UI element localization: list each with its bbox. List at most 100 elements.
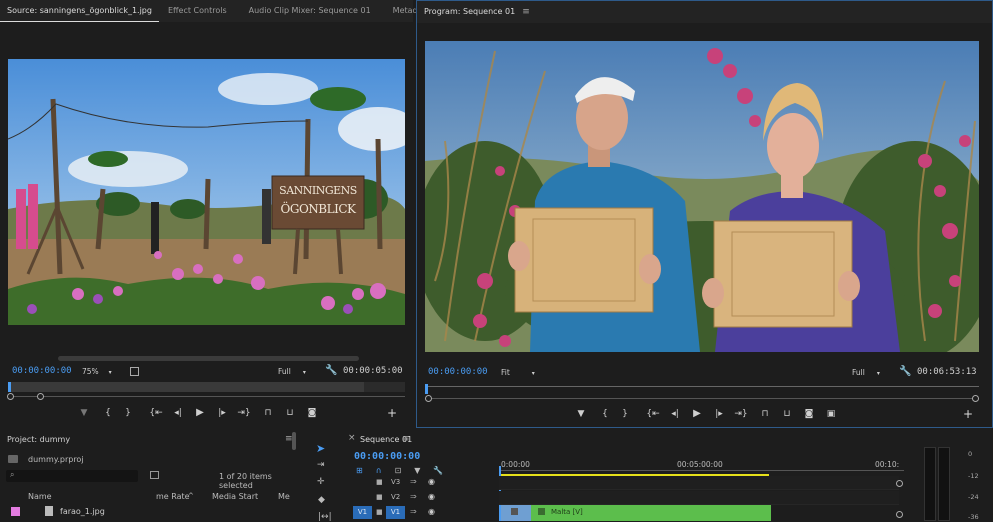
- marker-icon[interactable]: ▼: [573, 409, 589, 419]
- selection-tool-icon[interactable]: ➤: [316, 442, 325, 455]
- panel-menu-icon[interactable]: ≡: [522, 7, 530, 17]
- project-scrollbar[interactable]: [292, 432, 296, 450]
- program-resolution-dropdown[interactable]: Full ▾: [852, 368, 880, 377]
- extract-icon[interactable]: ⊔: [779, 409, 795, 419]
- mark-in-icon[interactable]: {: [597, 409, 613, 419]
- eye-icon[interactable]: ◉: [428, 492, 435, 501]
- lock-icon[interactable]: ■: [376, 478, 383, 486]
- timeline-zoom-handle-bottom[interactable]: [896, 511, 903, 518]
- track-lane-v2[interactable]: [499, 491, 899, 505]
- program-in-handle[interactable]: [425, 395, 432, 402]
- timeline-clip[interactable]: Malta [V]: [501, 505, 771, 521]
- comparison-view-icon[interactable]: ▣: [823, 409, 839, 419]
- sync-lock-icon[interactable]: ⇒: [410, 477, 417, 486]
- snap-icon[interactable]: ∩: [376, 466, 382, 475]
- new-bin-from-search-icon[interactable]: [150, 471, 159, 479]
- column-frame-rate[interactable]: me Rate: [156, 492, 190, 501]
- panel-menu-icon[interactable]: ≡: [402, 434, 410, 444]
- label-color-swatch[interactable]: [11, 507, 20, 516]
- lock-icon[interactable]: ■: [376, 508, 383, 516]
- source-patch-v1[interactable]: V1: [353, 506, 372, 519]
- add-button-icon[interactable]: +: [387, 406, 397, 420]
- add-marker-icon[interactable]: ▼: [414, 466, 420, 475]
- tab-audio-clip-mixer[interactable]: Audio Clip Mixer: Sequence 01: [242, 0, 378, 22]
- source-zoom-dropdown[interactable]: 75% ▾: [82, 367, 112, 376]
- eye-icon[interactable]: ◉: [428, 507, 435, 516]
- play-icon[interactable]: ▶: [689, 408, 705, 419]
- marker-icon[interactable]: ▼: [76, 408, 92, 418]
- track-select-tool-icon[interactable]: ⇥: [317, 460, 325, 470]
- razor-tool-icon[interactable]: ◆: [318, 495, 325, 505]
- eye-icon[interactable]: ◉: [428, 477, 435, 486]
- source-transport: ▼ { } {⇤ ◂| ▶ |▸ ⇥} ⊓ ⊔ ◙: [76, 407, 336, 418]
- mark-in-icon[interactable]: {: [100, 408, 116, 418]
- track-label-v2[interactable]: V2: [391, 493, 400, 501]
- project-title[interactable]: Project: dummy: [7, 435, 70, 444]
- program-timecode[interactable]: 00:00:00:00: [428, 367, 488, 377]
- mark-out-icon[interactable]: }: [120, 408, 136, 418]
- clip-label: Malta [V]: [551, 508, 583, 516]
- source-scrollbar[interactable]: [58, 356, 359, 361]
- track-label-v1[interactable]: V1: [386, 506, 405, 519]
- wrench-icon[interactable]: 🔧: [899, 366, 911, 377]
- tab-effect-controls[interactable]: Effect Controls: [161, 0, 234, 22]
- program-navigator[interactable]: [425, 398, 979, 399]
- project-search-field[interactable]: ⌕: [6, 470, 138, 482]
- go-to-out-icon[interactable]: ⇥}: [733, 409, 749, 419]
- lock-icon[interactable]: ■: [376, 493, 383, 501]
- timeline-zoom-handle-top[interactable]: [896, 480, 903, 487]
- track-label-v3[interactable]: V3: [391, 478, 400, 486]
- go-to-out-icon[interactable]: ⇥}: [236, 408, 252, 418]
- list-item[interactable]: farao_1.jpg: [0, 506, 296, 520]
- source-navigator[interactable]: [8, 396, 405, 397]
- program-video-frame: [425, 41, 979, 352]
- nest-icon[interactable]: ⊞: [356, 466, 363, 475]
- meter-label-12: -12: [968, 472, 979, 480]
- step-forward-icon[interactable]: |▸: [214, 408, 230, 418]
- add-button-icon[interactable]: +: [963, 407, 973, 421]
- linked-selection-icon[interactable]: ⊡: [395, 466, 402, 475]
- close-icon[interactable]: ×: [348, 433, 356, 443]
- fx-badge-icon: [538, 508, 545, 515]
- program-playhead[interactable]: [425, 384, 428, 394]
- camera-icon[interactable]: ◙: [801, 409, 817, 419]
- play-icon[interactable]: ▶: [192, 407, 208, 418]
- meter-label-24: -24: [968, 493, 979, 501]
- insert-icon[interactable]: ⊓: [260, 408, 276, 418]
- column-media-start[interactable]: Media Start: [212, 492, 258, 501]
- column-media-end[interactable]: Me: [278, 492, 290, 501]
- column-name[interactable]: Name: [28, 492, 52, 501]
- camera-icon[interactable]: ◙: [304, 408, 320, 418]
- source-resolution-dropdown[interactable]: Full ▾: [278, 367, 306, 376]
- program-out-handle[interactable]: [972, 395, 979, 402]
- timeline-ruler[interactable]: 0:00:00 00:05:00:00 00:10:: [499, 458, 904, 478]
- step-back-icon[interactable]: ◂|: [667, 409, 683, 419]
- sort-ascending-icon[interactable]: ^: [188, 492, 194, 500]
- program-zoom-dropdown[interactable]: Fit ▾: [501, 368, 535, 377]
- source-out-handle[interactable]: [37, 393, 44, 400]
- program-time-ruler[interactable]: [425, 384, 979, 394]
- go-to-in-icon[interactable]: {⇤: [148, 408, 164, 418]
- lift-icon[interactable]: ⊓: [757, 409, 773, 419]
- go-to-in-icon[interactable]: {⇤: [645, 409, 661, 419]
- source-sign: SANNINGENS ÖGONBLICK: [272, 177, 364, 218]
- tab-program[interactable]: Program: Sequence 01: [417, 1, 522, 23]
- wrench-icon[interactable]: 🔧: [325, 365, 337, 376]
- timeline-settings-icon[interactable]: 🔧: [433, 466, 443, 475]
- ruler-label-mid: 00:05:00:00: [677, 460, 723, 469]
- sync-lock-icon[interactable]: ⇒: [410, 492, 417, 501]
- mark-out-icon[interactable]: }: [617, 409, 633, 419]
- step-back-icon[interactable]: ◂|: [170, 408, 186, 418]
- ripple-edit-tool-icon[interactable]: ✛: [317, 477, 325, 487]
- source-in-handle[interactable]: [7, 393, 14, 400]
- track-lane-v3[interactable]: [499, 476, 899, 490]
- overwrite-icon[interactable]: ⊔: [282, 408, 298, 418]
- sync-lock-icon[interactable]: ⇒: [410, 507, 417, 516]
- source-time-ruler[interactable]: [8, 382, 405, 392]
- source-timecode[interactable]: 00:00:00:00: [12, 366, 72, 376]
- tab-source[interactable]: Source: sanningens_ögonblick_1.jpg: [0, 0, 159, 22]
- source-playhead[interactable]: [8, 382, 11, 392]
- settings-export-icon[interactable]: [130, 367, 139, 376]
- step-forward-icon[interactable]: |▸: [711, 409, 727, 419]
- timeline-timecode[interactable]: 00:00:00:00: [354, 451, 420, 462]
